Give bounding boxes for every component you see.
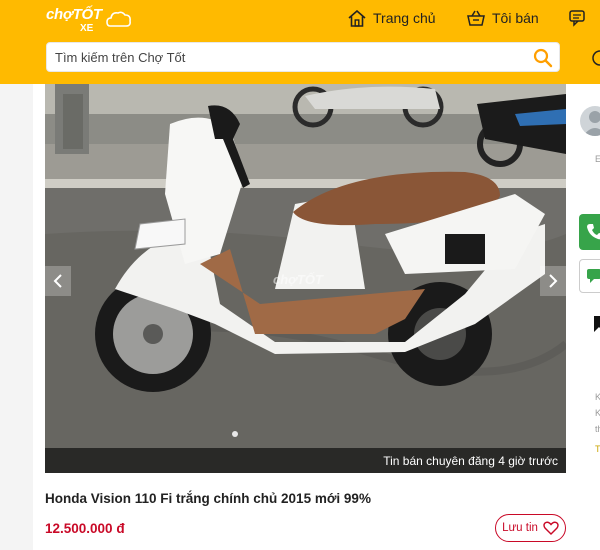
user-avatar-icon [583,111,600,136]
save-listing-label: Lưu tin [502,522,538,534]
chat-bubble-icon [587,269,600,283]
seller-panel-text: K [595,392,600,402]
previous-image-button[interactable] [45,266,71,296]
search-box [46,42,560,72]
home-icon [348,9,366,27]
chevron-left-icon [53,274,62,288]
seller-panel: E K K th T [578,84,600,550]
nav-sell[interactable]: Tôi bán [467,7,539,29]
listing-title: Honda Vision 110 Fi trắng chính chủ 2015… [45,491,371,506]
seller-panel-text: K [595,408,600,418]
nav-home-label: Trang chủ [373,10,436,26]
chat-seller-button[interactable] [579,259,600,293]
pagination-dot[interactable] [232,431,238,437]
photo-watermark: chợTỐT [273,272,323,287]
search-icon[interactable] [533,48,553,68]
nav-chat[interactable] [569,7,596,29]
nav-sell-label: Tôi bán [492,10,539,26]
seller-panel-text: th [595,424,600,434]
seller-panel-link[interactable]: T [595,444,600,454]
heart-icon [543,521,559,535]
listing-price: 12.500.000 đ [45,521,125,536]
phone-icon [587,224,600,240]
call-seller-button[interactable] [579,214,600,250]
photo-caption-bar: Tin bán chuyên đăng 4 giờ trước [45,448,566,473]
top-header: chợTỐT XE Trang chủ Tôi bán [0,0,600,84]
search-input[interactable] [55,43,525,71]
image-pagination-dots [232,431,238,437]
logo-cloud-icon [106,11,131,27]
seller-avatar[interactable] [580,106,600,136]
chevron-right-icon [549,274,558,288]
logo-brand-text: chợTỐT [46,6,102,23]
save-listing-button[interactable]: Lưu tin [495,514,566,542]
listing-photo-gallery[interactable]: chợTỐT Tin bán chuyên đăng 4 giờ trước [45,84,566,473]
sell-basket-icon [467,10,485,26]
chotot-xe-logo[interactable]: chợTỐT XE [46,4,131,38]
nav-home[interactable]: Trang chủ [348,7,436,29]
seller-panel-text: E [595,154,600,164]
header-scroll-right-icon[interactable] [590,46,600,70]
badge-icon [594,316,600,332]
photo-caption-text: Tin bán chuyên đăng 4 giờ trước [383,454,558,468]
logo-sub-text: XE [80,23,94,34]
next-image-button[interactable] [540,266,566,296]
chat-icon [569,9,585,27]
